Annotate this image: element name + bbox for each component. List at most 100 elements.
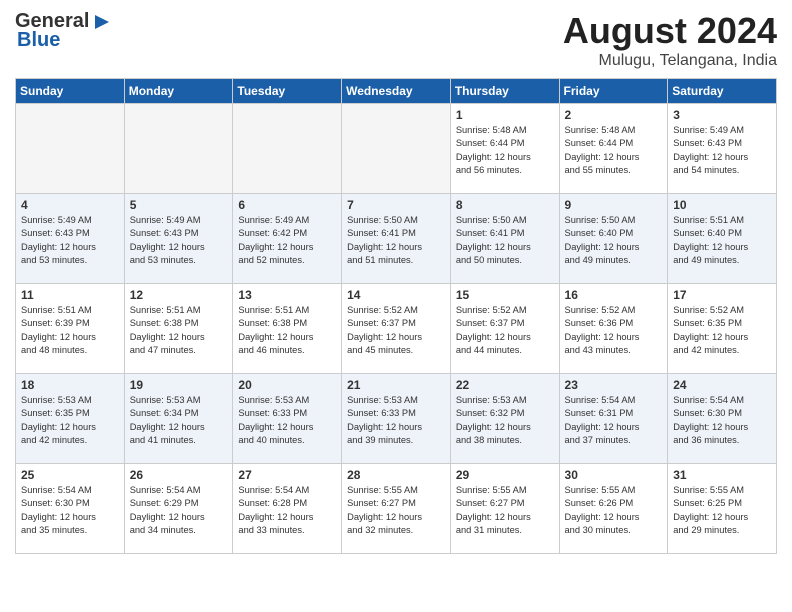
- calendar-cell: 29 Sunrise: 5:55 AM Sunset: 6:27 PM Dayli…: [450, 464, 559, 554]
- calendar-cell: 1Sunrise: 5:48 AM Sunset: 6:44 PM Daylig…: [450, 104, 559, 194]
- calendar-cell: [342, 104, 451, 194]
- day-number: 22: [456, 378, 554, 392]
- day-number: 21: [347, 378, 445, 392]
- day-number: 12: [130, 288, 228, 302]
- day-number: 14: [347, 288, 445, 302]
- calendar-cell: 16 Sunrise: 5:52 AM Sunset: 6:36 PM Dayli…: [559, 284, 668, 374]
- day-info: Sunrise: 5:50 AM Sunset: 6:40 PM Dayligh…: [565, 214, 663, 268]
- calendar-cell: 14 Sunrise: 5:52 AM Sunset: 6:37 PM Dayli…: [342, 284, 451, 374]
- calendar-week-row: 25 Sunrise: 5:54 AM Sunset: 6:30 PM Dayli…: [16, 464, 777, 554]
- day-info: Sunrise: 5:53 AM Sunset: 6:33 PM Dayligh…: [347, 394, 445, 448]
- weekday-header-sunday: Sunday: [16, 79, 125, 104]
- day-info: Sunrise: 5:49 AM Sunset: 6:43 PM Dayligh…: [130, 214, 228, 268]
- calendar-cell: 22Sunrise: 5:53 AM Sunset: 6:32 PM Dayli…: [450, 374, 559, 464]
- calendar-week-row: 11 Sunrise: 5:51 AM Sunset: 6:39 PM Dayli…: [16, 284, 777, 374]
- day-number: 28: [347, 468, 445, 482]
- day-number: 13: [238, 288, 336, 302]
- calendar-cell: [124, 104, 233, 194]
- weekday-header-monday: Monday: [124, 79, 233, 104]
- day-number: 2: [565, 108, 663, 122]
- weekday-header-saturday: Saturday: [668, 79, 777, 104]
- calendar-cell: 6 Sunrise: 5:49 AM Sunset: 6:42 PM Daylig…: [233, 194, 342, 284]
- calendar-cell: 8 Sunrise: 5:50 AM Sunset: 6:41 PM Daylig…: [450, 194, 559, 284]
- day-info: Sunrise: 5:51 AM Sunset: 6:38 PM Dayligh…: [130, 304, 228, 358]
- calendar-cell: [233, 104, 342, 194]
- calendar-cell: 13 Sunrise: 5:51 AM Sunset: 6:38 PM Dayli…: [233, 284, 342, 374]
- logo: General Blue: [15, 10, 113, 52]
- calendar-cell: 3Sunrise: 5:49 AM Sunset: 6:43 PM Daylig…: [668, 104, 777, 194]
- calendar-week-row: 4 Sunrise: 5:49 AM Sunset: 6:43 PM Daylig…: [16, 194, 777, 284]
- day-info: Sunrise: 5:55 AM Sunset: 6:27 PM Dayligh…: [456, 484, 554, 538]
- day-number: 29: [456, 468, 554, 482]
- calendar-cell: 30Sunrise: 5:55 AM Sunset: 6:26 PM Dayli…: [559, 464, 668, 554]
- calendar-cell: 31 Sunrise: 5:55 AM Sunset: 6:25 PM Dayli…: [668, 464, 777, 554]
- day-info: Sunrise: 5:49 AM Sunset: 6:42 PM Dayligh…: [238, 214, 336, 268]
- day-info: Sunrise: 5:51 AM Sunset: 6:40 PM Dayligh…: [673, 214, 771, 268]
- calendar-cell: 2 Sunrise: 5:48 AM Sunset: 6:44 PM Daylig…: [559, 104, 668, 194]
- calendar-cell: 26Sunrise: 5:54 AM Sunset: 6:29 PM Dayli…: [124, 464, 233, 554]
- day-number: 4: [21, 198, 119, 212]
- day-number: 20: [238, 378, 336, 392]
- day-number: 8: [456, 198, 554, 212]
- day-number: 1: [456, 108, 554, 122]
- day-info: Sunrise: 5:55 AM Sunset: 6:26 PM Dayligh…: [565, 484, 663, 538]
- calendar-cell: [16, 104, 125, 194]
- day-number: 31: [673, 468, 771, 482]
- calendar-cell: 27 Sunrise: 5:54 AM Sunset: 6:28 PM Dayli…: [233, 464, 342, 554]
- calendar-cell: 5 Sunrise: 5:49 AM Sunset: 6:43 PM Daylig…: [124, 194, 233, 284]
- calendar-cell: 24 Sunrise: 5:54 AM Sunset: 6:30 PM Dayli…: [668, 374, 777, 464]
- calendar-cell: 10 Sunrise: 5:51 AM Sunset: 6:40 PM Dayli…: [668, 194, 777, 284]
- calendar-cell: 9 Sunrise: 5:50 AM Sunset: 6:40 PM Daylig…: [559, 194, 668, 284]
- day-info: Sunrise: 5:53 AM Sunset: 6:33 PM Dayligh…: [238, 394, 336, 448]
- day-number: 15: [456, 288, 554, 302]
- day-number: 19: [130, 378, 228, 392]
- calendar-cell: 18Sunrise: 5:53 AM Sunset: 6:35 PM Dayli…: [16, 374, 125, 464]
- day-number: 27: [238, 468, 336, 482]
- page-subtitle: Mulugu, Telangana, India: [563, 52, 777, 70]
- logo-arrow-icon: [91, 11, 113, 33]
- day-info: Sunrise: 5:55 AM Sunset: 6:27 PM Dayligh…: [347, 484, 445, 538]
- day-number: 16: [565, 288, 663, 302]
- day-info: Sunrise: 5:51 AM Sunset: 6:38 PM Dayligh…: [238, 304, 336, 358]
- calendar-cell: 15 Sunrise: 5:52 AM Sunset: 6:37 PM Dayli…: [450, 284, 559, 374]
- day-info: Sunrise: 5:48 AM Sunset: 6:44 PM Dayligh…: [565, 124, 663, 178]
- calendar-cell: 17Sunrise: 5:52 AM Sunset: 6:35 PM Dayli…: [668, 284, 777, 374]
- day-number: 17: [673, 288, 771, 302]
- day-number: 11: [21, 288, 119, 302]
- calendar-cell: 19 Sunrise: 5:53 AM Sunset: 6:34 PM Dayli…: [124, 374, 233, 464]
- calendar-cell: 28 Sunrise: 5:55 AM Sunset: 6:27 PM Dayli…: [342, 464, 451, 554]
- day-info: Sunrise: 5:52 AM Sunset: 6:37 PM Dayligh…: [347, 304, 445, 358]
- day-info: Sunrise: 5:52 AM Sunset: 6:37 PM Dayligh…: [456, 304, 554, 358]
- day-number: 9: [565, 198, 663, 212]
- day-info: Sunrise: 5:55 AM Sunset: 6:25 PM Dayligh…: [673, 484, 771, 538]
- day-info: Sunrise: 5:54 AM Sunset: 6:30 PM Dayligh…: [21, 484, 119, 538]
- title-block: August 2024 Mulugu, Telangana, India: [563, 10, 777, 70]
- calendar-cell: 4 Sunrise: 5:49 AM Sunset: 6:43 PM Daylig…: [16, 194, 125, 284]
- day-info: Sunrise: 5:49 AM Sunset: 6:43 PM Dayligh…: [21, 214, 119, 268]
- day-number: 7: [347, 198, 445, 212]
- day-info: Sunrise: 5:53 AM Sunset: 6:35 PM Dayligh…: [21, 394, 119, 448]
- day-info: Sunrise: 5:51 AM Sunset: 6:39 PM Dayligh…: [21, 304, 119, 358]
- calendar-cell: 7 Sunrise: 5:50 AM Sunset: 6:41 PM Daylig…: [342, 194, 451, 284]
- day-info: Sunrise: 5:50 AM Sunset: 6:41 PM Dayligh…: [347, 214, 445, 268]
- day-info: Sunrise: 5:54 AM Sunset: 6:30 PM Dayligh…: [673, 394, 771, 448]
- day-number: 25: [21, 468, 119, 482]
- calendar-cell: 11 Sunrise: 5:51 AM Sunset: 6:39 PM Dayli…: [16, 284, 125, 374]
- day-number: 3: [673, 108, 771, 122]
- calendar-week-row: 18Sunrise: 5:53 AM Sunset: 6:35 PM Dayli…: [16, 374, 777, 464]
- day-info: Sunrise: 5:53 AM Sunset: 6:34 PM Dayligh…: [130, 394, 228, 448]
- page-header: General Blue August 2024 Mulugu, Telanga…: [15, 10, 777, 70]
- day-info: Sunrise: 5:54 AM Sunset: 6:31 PM Dayligh…: [565, 394, 663, 448]
- day-number: 5: [130, 198, 228, 212]
- day-number: 6: [238, 198, 336, 212]
- day-info: Sunrise: 5:52 AM Sunset: 6:36 PM Dayligh…: [565, 304, 663, 358]
- day-number: 24: [673, 378, 771, 392]
- weekday-header-wednesday: Wednesday: [342, 79, 451, 104]
- day-number: 10: [673, 198, 771, 212]
- day-info: Sunrise: 5:50 AM Sunset: 6:41 PM Dayligh…: [456, 214, 554, 268]
- page-title: August 2024: [563, 10, 777, 52]
- day-number: 23: [565, 378, 663, 392]
- calendar-cell: 12 Sunrise: 5:51 AM Sunset: 6:38 PM Dayli…: [124, 284, 233, 374]
- day-info: Sunrise: 5:54 AM Sunset: 6:28 PM Dayligh…: [238, 484, 336, 538]
- calendar-table: SundayMondayTuesdayWednesdayThursdayFrid…: [15, 78, 777, 554]
